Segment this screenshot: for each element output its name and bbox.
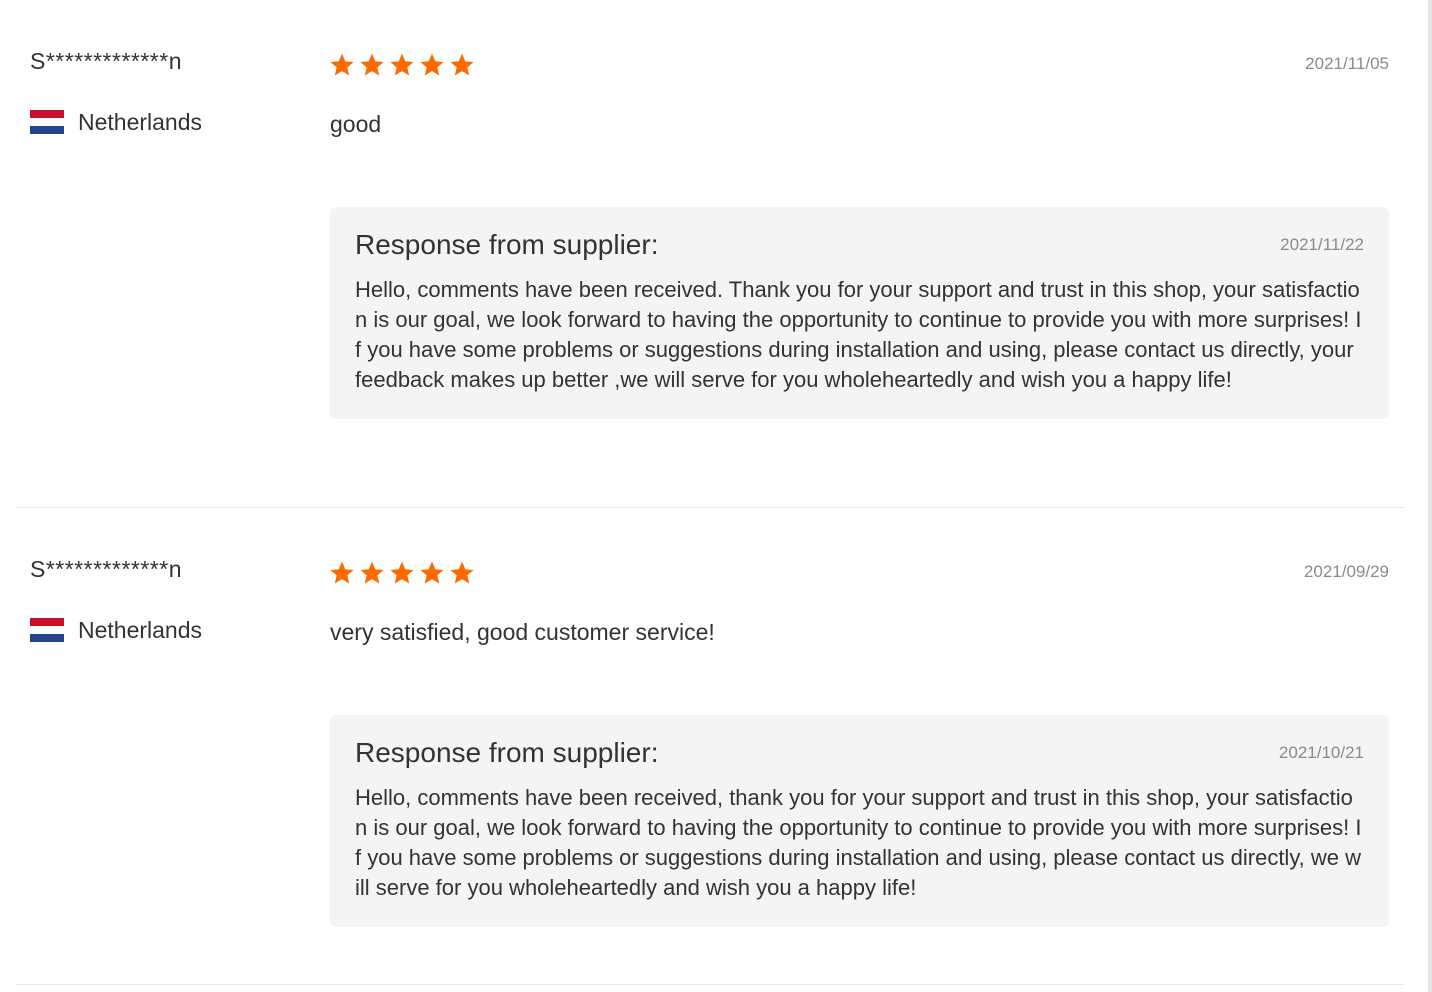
reviewer-country: Netherlands: [30, 107, 202, 137]
star-icon: [360, 561, 384, 584]
review-date: 2021/11/05: [1305, 54, 1389, 73]
star-icon: [360, 53, 384, 76]
review-item: S*************n Netherlands 2021/09/29 v…: [16, 508, 1404, 985]
star-icon: [330, 53, 354, 76]
netherlands-flag-icon: [30, 110, 64, 134]
review-text: good: [330, 111, 382, 137]
response-title: Response from supplier:: [355, 737, 659, 768]
country-name: Netherlands: [78, 616, 203, 643]
star-icon: [330, 561, 354, 584]
response-date: 2021/11/22: [1280, 235, 1364, 254]
review-item: S*************n Netherlands 2021/11/05 g…: [16, 0, 1404, 508]
star-icon: [390, 53, 414, 76]
country-name: Netherlands: [78, 108, 203, 135]
supplier-response: Response from supplier: 2021/11/22 Hello…: [330, 207, 1389, 419]
star-rating: [329, 560, 475, 586]
review-list: S*************n Netherlands 2021/11/05 g…: [0, 0, 1432, 992]
review-text: very satisfied, good customer service!: [330, 619, 715, 645]
star-icon: [420, 53, 444, 76]
star-icon: [450, 53, 474, 76]
response-date: 2021/10/21: [1278, 743, 1364, 762]
review-date: 2021/09/29: [1303, 562, 1389, 581]
supplier-response: Response from supplier: 2021/10/21 Hello…: [330, 715, 1389, 927]
star-rating: [329, 52, 475, 78]
response-header: Response from supplier: 2021/11/22: [355, 229, 1364, 261]
star-icon: [450, 561, 474, 584]
response-text: Hello, comments have been received. Than…: [355, 277, 1362, 392]
star-icon: [420, 561, 444, 584]
response-header: Response from supplier: 2021/10/21: [355, 737, 1364, 769]
star-icon: [390, 561, 414, 584]
scrollbar-track[interactable]: [1428, 0, 1432, 992]
response-text: Hello, comments have been received, than…: [355, 785, 1362, 900]
response-title: Response from supplier:: [355, 229, 659, 260]
netherlands-flag-icon: [30, 618, 64, 642]
reviewer-name: S*************n: [30, 556, 182, 582]
reviewer-name: S*************n: [30, 48, 182, 74]
reviewer-country: Netherlands: [30, 615, 202, 645]
